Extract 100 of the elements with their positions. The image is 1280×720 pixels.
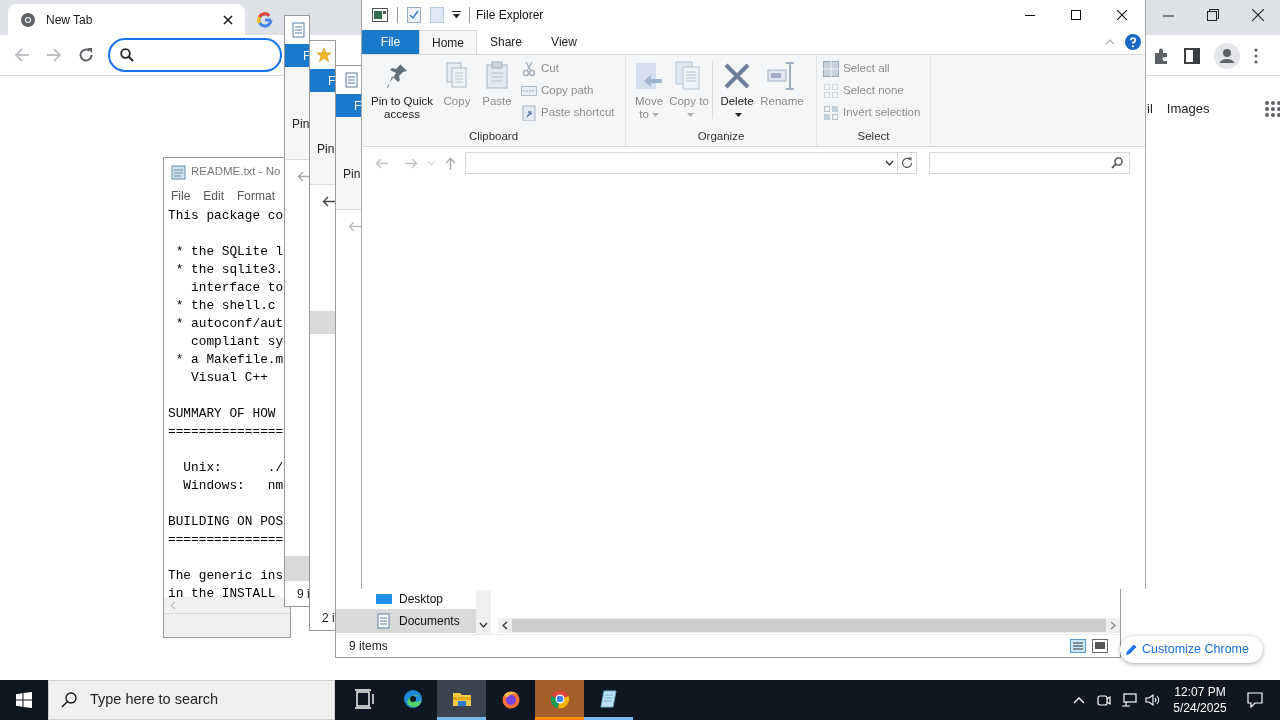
taskbar-app[interactable]: [437, 680, 486, 720]
text-line: BUILDING ON POS: [168, 513, 285, 531]
details-view-icon[interactable]: [1070, 639, 1086, 653]
sidebar-icon[interactable]: [1184, 47, 1200, 64]
file-tab[interactable]: File: [362, 30, 419, 54]
header-link[interactable]: Images: [1166, 99, 1210, 119]
group-label: Clipboard: [467, 129, 520, 144]
scroll-bar: [285, 556, 309, 581]
scroll-bar[interactable]: [498, 618, 1120, 633]
select-none-icon: [823, 83, 839, 99]
google-icon: [257, 11, 273, 28]
address-bar[interactable]: [108, 38, 282, 72]
notepad-icon: [171, 164, 187, 180]
close-icon[interactable]: [1251, 9, 1264, 21]
text-line: * the SQLite l: [174, 243, 285, 261]
menu-item[interactable]: File: [171, 187, 191, 205]
apps-grid-icon[interactable]: [1265, 101, 1280, 117]
text-line: Visual C++: [190, 369, 269, 387]
nav-item[interactable]: Documents: [336, 609, 476, 633]
dropdown-icon[interactable]: [885, 160, 894, 166]
text-line: Windows: nm: [182, 477, 285, 495]
group-label: Select: [856, 129, 891, 144]
meet-icon[interactable]: [1097, 693, 1111, 707]
firefox-icon: [500, 689, 521, 709]
edge-icon: [402, 689, 423, 709]
menu-icon[interactable]: [1254, 47, 1258, 64]
refresh-icon[interactable]: [901, 157, 913, 169]
window-title: README.txt - No: [191, 164, 281, 180]
select-all-icon: [823, 61, 839, 77]
document-icon: [291, 22, 307, 38]
group-label: Organize: [696, 129, 746, 144]
puzzle-icon[interactable]: [1152, 46, 1170, 65]
document-icon: [344, 72, 360, 88]
address-field[interactable]: [465, 152, 917, 174]
profile-icon[interactable]: [1214, 42, 1240, 69]
invert-selection-icon: [823, 105, 839, 121]
browser-tab[interactable]: New Tab: [8, 4, 245, 35]
scroll-bar[interactable]: [164, 597, 290, 613]
dropdown-icon[interactable]: [452, 11, 461, 19]
properties-icon[interactable]: [407, 7, 421, 23]
clock[interactable]: 12:07 PM 5/24/2025: [1169, 684, 1231, 716]
search-icon: [1111, 157, 1123, 169]
shortcut-icon: [521, 105, 537, 121]
menu-item[interactable]: Format: [237, 187, 276, 205]
scroll-bar[interactable]: [476, 590, 491, 634]
status-text: 9 i: [297, 585, 309, 603]
volume-icon[interactable]: [1145, 693, 1161, 707]
scroll-thumb[interactable]: [512, 619, 1106, 632]
reload-icon[interactable]: [78, 47, 94, 63]
help-icon[interactable]: [1125, 34, 1141, 50]
text-line: Unix: ./: [182, 459, 285, 477]
ribbon-label: Pin: [317, 142, 335, 156]
text-line: ===============: [168, 423, 285, 441]
ribbon-label: Pin: [292, 117, 309, 131]
tiles-view-icon[interactable]: [1092, 639, 1108, 653]
restore-icon[interactable]: [1206, 9, 1219, 21]
customize-chrome-button[interactable]: Customize Chrome: [1120, 636, 1263, 663]
desktop-icon: [376, 593, 392, 605]
task-view-icon: [353, 689, 374, 709]
scroll-left-icon: [502, 621, 508, 630]
text-line: This package co: [168, 207, 285, 225]
file-tab[interactable]: F: [285, 44, 309, 67]
scroll-left-icon: [170, 600, 176, 610]
text-line: * the shell.c: [174, 297, 277, 315]
ribbon-label: Pin: [343, 167, 361, 181]
document-icon: [376, 613, 392, 629]
ribbon-button[interactable]: Pin to Quick access: [366, 59, 438, 128]
star-icon: [316, 47, 332, 63]
text-line: ===============: [168, 531, 285, 549]
search-icon: [120, 48, 134, 62]
search-box[interactable]: Type here to search: [48, 680, 335, 720]
text-line: compliant sy: [190, 333, 285, 351]
close-icon: [1117, 10, 1127, 20]
maximize-icon: [1071, 10, 1081, 20]
text-line: * the sqlite3.: [174, 261, 285, 279]
scroll-down-icon: [479, 622, 488, 628]
close-icon[interactable]: [223, 14, 233, 25]
windows-icon: [16, 692, 32, 708]
network-icon[interactable]: [1121, 693, 1137, 707]
notepad-icon: [598, 689, 619, 709]
header-link[interactable]: il: [1147, 99, 1153, 119]
file-tab[interactable]: F: [310, 69, 335, 92]
ribbon-button[interactable]: Delete: [716, 59, 758, 128]
text-line: * autoconf/aut: [174, 315, 285, 333]
status-text: 2 i: [322, 609, 335, 627]
chrome-icon: [20, 11, 36, 28]
ribbon-tab[interactable]: Home: [419, 30, 477, 54]
move-icon: [633, 60, 665, 92]
search-placeholder: Type here to search: [90, 690, 219, 710]
text-line: * a Makefile.m: [174, 351, 285, 369]
window-title: File Explorer: [476, 7, 544, 24]
search-field[interactable]: [929, 152, 1130, 174]
menu-item[interactable]: Edit: [203, 187, 225, 205]
row-highlight: [310, 311, 335, 334]
text-line: SUMMARY OF HOW: [168, 405, 277, 423]
tab-title: New Tab: [46, 11, 94, 29]
back-arrow-icon[interactable]: [322, 195, 335, 207]
chevron-up-icon[interactable]: [1073, 696, 1085, 704]
file-tab[interactable]: F: [336, 94, 362, 117]
notification-icon[interactable]: [1247, 692, 1263, 708]
